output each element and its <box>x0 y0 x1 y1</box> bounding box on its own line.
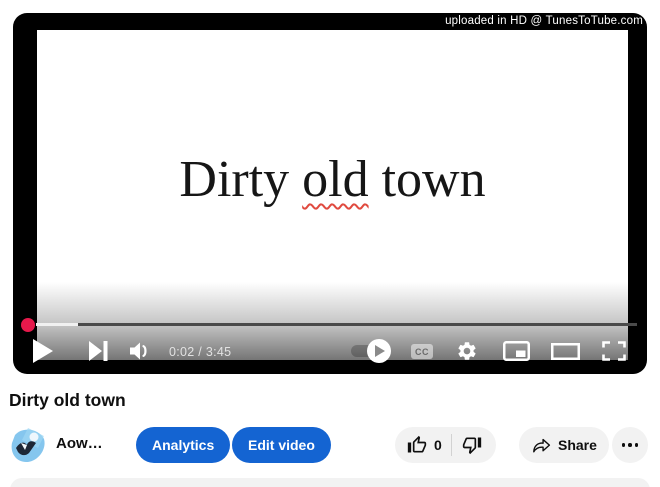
video-word-2: old <box>302 151 369 208</box>
channel-avatar[interactable] <box>8 426 46 464</box>
like-dislike-group: 0 <box>395 427 496 463</box>
play-button[interactable] <box>33 339 53 363</box>
video-content-text: Dirty old town <box>37 150 628 209</box>
progress-bar[interactable] <box>36 323 637 326</box>
thumb-up-icon <box>407 435 427 453</box>
fullscreen-icon <box>602 341 626 361</box>
settings-button[interactable] <box>456 340 478 362</box>
autoplay-toggle[interactable] <box>351 339 391 363</box>
cc-icon: CC <box>415 346 429 357</box>
ellipsis-icon <box>621 443 626 447</box>
autoplay-knob <box>367 339 391 363</box>
subtitles-button[interactable]: CC <box>411 344 433 359</box>
mute-button[interactable] <box>128 340 152 362</box>
time-display: 0:02 / 3:45 <box>169 345 232 359</box>
autoplay-play-icon <box>374 345 385 357</box>
channel-avatar-art <box>8 426 46 464</box>
next-icon <box>89 341 108 361</box>
share-button[interactable]: Share <box>519 427 609 463</box>
miniplayer-button[interactable] <box>503 341 530 361</box>
edit-video-button[interactable]: Edit video <box>232 427 331 463</box>
theater-mode-icon <box>551 343 580 360</box>
like-count: 0 <box>434 437 442 453</box>
like-button[interactable]: 0 <box>395 427 451 463</box>
video-title: Dirty old town <box>9 390 126 410</box>
analytics-button[interactable]: Analytics <box>136 427 231 463</box>
description-box[interactable] <box>10 478 650 487</box>
controls-gradient <box>37 282 628 360</box>
theater-mode-button[interactable] <box>551 343 580 360</box>
thumb-down-icon <box>462 437 481 455</box>
fullscreen-button[interactable] <box>602 341 626 361</box>
youtube-watch-page: uploaded in HD @ TunesToTube.com Dirty o… <box>0 0 660 487</box>
channel-name[interactable]: Aow… <box>56 435 103 452</box>
share-arrow-icon <box>533 438 551 452</box>
progress-bar-loaded <box>36 323 78 326</box>
volume-icon <box>130 342 147 360</box>
next-button[interactable] <box>89 341 108 361</box>
video-word-3: town <box>381 151 486 208</box>
play-icon <box>33 339 53 363</box>
more-actions-button[interactable] <box>612 427 648 463</box>
gear-icon <box>458 342 476 360</box>
uploader-watermark: uploaded in HD @ TunesToTube.com <box>445 15 643 27</box>
playhead-dot[interactable] <box>21 318 35 332</box>
miniplayer-icon <box>503 341 530 361</box>
dislike-button[interactable] <box>452 427 496 463</box>
video-word-1: Dirty <box>179 151 290 208</box>
share-label: Share <box>558 437 597 453</box>
